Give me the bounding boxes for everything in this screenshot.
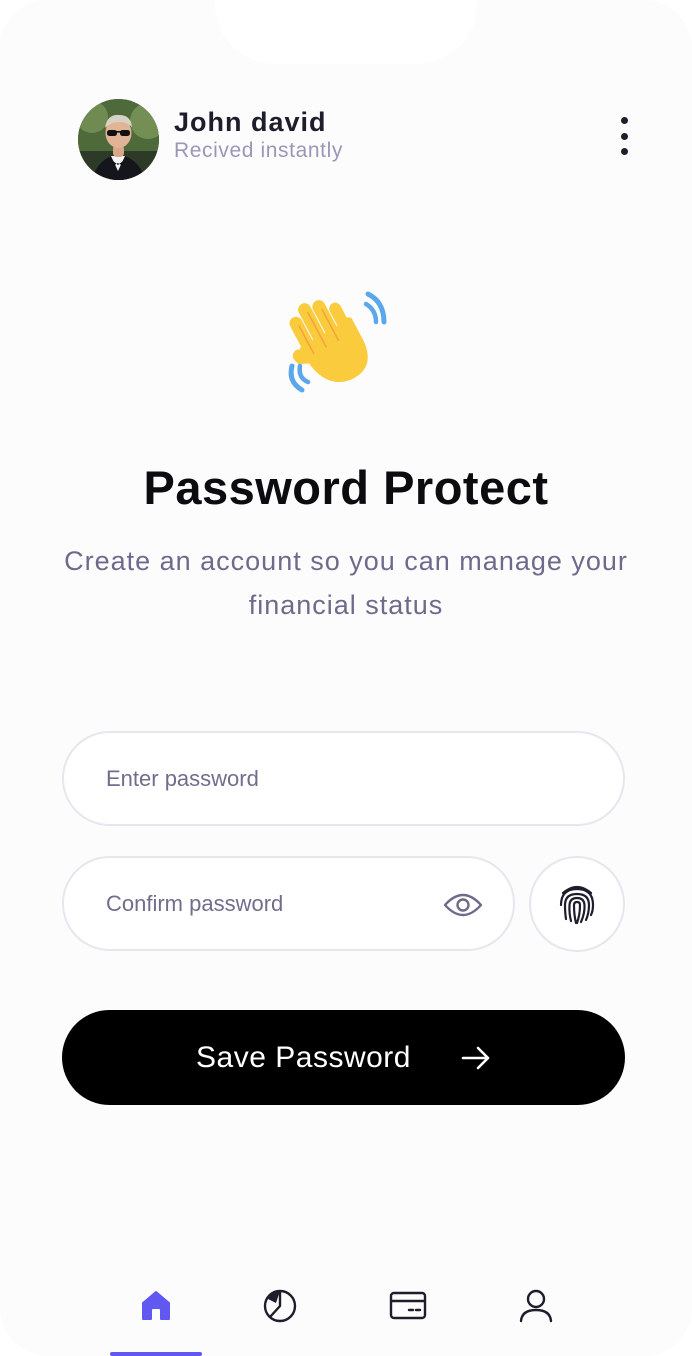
eye-icon[interactable] xyxy=(443,887,483,923)
bottom-nav xyxy=(0,1270,692,1356)
profile-header: John david Recived instantly xyxy=(78,99,632,181)
page-title: Password Protect xyxy=(143,461,549,514)
user-icon xyxy=(519,1289,553,1323)
user-name: John david xyxy=(174,107,327,137)
app-screen: John david Recived instantly Password Pr… xyxy=(0,0,692,1356)
vertical-dots-icon[interactable] xyxy=(616,117,632,155)
save-password-button[interactable]: Save Password xyxy=(62,1010,625,1105)
password-input[interactable] xyxy=(106,733,576,824)
nav-home[interactable] xyxy=(110,1286,202,1356)
waving-hand-icon xyxy=(280,282,394,396)
pie-chart-icon xyxy=(263,1289,297,1323)
confirm-password-input[interactable] xyxy=(106,858,426,949)
arrow-right-icon xyxy=(461,1046,490,1069)
notch xyxy=(215,0,477,64)
fingerprint-icon xyxy=(559,885,595,925)
nav-profile[interactable] xyxy=(490,1286,582,1356)
nav-statistics[interactable] xyxy=(234,1286,326,1356)
save-password-label: Save Password xyxy=(196,1040,411,1074)
active-tab-indicator xyxy=(110,1352,202,1356)
confirm-password-field xyxy=(62,856,515,951)
card-icon xyxy=(389,1291,427,1320)
page-subtitle: Create an account so you can manage your… xyxy=(64,546,628,620)
avatar[interactable] xyxy=(78,99,159,180)
nav-cards[interactable] xyxy=(362,1286,454,1356)
user-status: Recived instantly xyxy=(174,139,343,162)
password-field xyxy=(62,731,625,826)
home-icon xyxy=(142,1291,170,1320)
fingerprint-button[interactable] xyxy=(529,856,625,952)
